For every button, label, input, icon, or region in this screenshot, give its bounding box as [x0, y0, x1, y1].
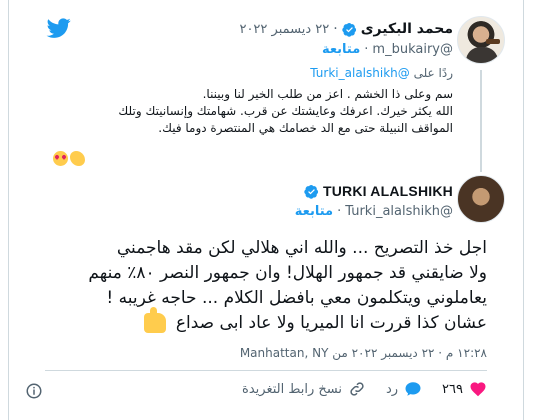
copy-link-button[interactable]: نسخ رابط التغريدة: [242, 380, 366, 398]
author-handle[interactable]: @Turki_alalshikh: [345, 204, 453, 219]
reply-handle-row: @m_bukairy · متابعة: [322, 42, 453, 57]
separator-dot: ·: [337, 204, 342, 219]
action-bar: ٢٦٩ رد نسخ رابط التغريدة: [242, 380, 487, 398]
avatar-shirt: [466, 47, 498, 63]
reply-tweet-text: سم وعلى ذا الخشم . اعز من طلب الخير لنا …: [43, 86, 453, 137]
main-text-line-last: عشان كذا قررت انا الميريا ولا عاد ابى صد…: [47, 307, 487, 336]
main-text-line: اجل خذ التصريح ... والله اني هلالي لكن م…: [116, 238, 487, 258]
reply-button[interactable]: رد: [386, 380, 422, 398]
follow-button[interactable]: متابعة: [322, 42, 360, 57]
heart-eyes-emoji-icon: [53, 151, 68, 166]
separator-dot: ·: [333, 21, 338, 37]
reply-label: رد: [385, 381, 399, 397]
reply-text-line: الله يكثر خيرك. اعرفك وعايشتك عن قرب. شه…: [118, 104, 453, 118]
replying-to-line: ردًا على @Turki_alalshikh: [310, 66, 453, 80]
main-handle-row: @Turki_alalshikh · متابعة: [295, 204, 453, 219]
thumbs-up-emoji-icon: [144, 307, 167, 333]
author-name[interactable]: محمد البكيرى: [361, 21, 453, 37]
replying-to-handle-link[interactable]: @Turki_alalshikh: [310, 66, 409, 80]
like-button[interactable]: ٢٦٩: [442, 380, 487, 398]
twitter-bird-icon[interactable]: [45, 16, 73, 40]
replying-to-label: ردًا على: [413, 66, 453, 80]
reply-date[interactable]: ٢٢ ديسمبر ٢٠٢٢: [239, 22, 329, 37]
reply-text-line: المواقف النبيلة حتى مع الد خصامك هي المن…: [158, 121, 453, 135]
verified-badge-icon: [342, 22, 356, 37]
avatar-turki-alalshikh[interactable]: [457, 175, 505, 223]
main-author-row: TURKI ALALSHIKH: [304, 183, 453, 199]
avatar-pipe: [486, 39, 500, 44]
author-handle[interactable]: @m_bukairy: [372, 42, 453, 57]
reply-emoji-row: [53, 151, 85, 166]
tweet-embed-card: محمد البكيرى · ٢٢ ديسمبر ٢٠٢٢ @m_bukairy…: [8, 0, 524, 420]
tweet-timestamp[interactable]: ١٢:٢٨ م · ٢٢ ديسمبر ٢٠٢٢ من Manhattan, N…: [240, 346, 487, 360]
main-text-line: ولا ضايقني قد جمهور الهلال! وان جمهور ال…: [88, 263, 487, 283]
follow-button[interactable]: متابعة: [295, 204, 333, 219]
reply-author-row: محمد البكيرى · ٢٢ ديسمبر ٢٠٢٢: [239, 21, 453, 37]
copy-link-label: نسخ رابط التغريدة: [242, 381, 342, 397]
author-name[interactable]: TURKI ALALSHIKH: [323, 183, 453, 199]
separator-dot: ·: [364, 42, 369, 57]
main-text-line: يعاملوني ويتكلمون معي بافضل الكلام ... ح…: [106, 288, 487, 308]
heart-icon: [470, 382, 486, 397]
speech-bubble-icon: [405, 382, 421, 396]
thread-connector-line: [480, 70, 482, 172]
info-icon[interactable]: [25, 382, 43, 400]
verified-badge-icon: [304, 184, 319, 199]
like-count: ٢٦٩: [442, 381, 463, 397]
handshake-emoji-icon: [70, 151, 85, 166]
divider: [45, 370, 487, 371]
main-tweet-text: اجل خذ التصريح ... والله اني هلالي لكن م…: [47, 236, 487, 336]
main-text-line: عشان كذا قررت انا الميريا ولا عاد ابى صد…: [175, 313, 487, 333]
avatar-m-bukairy[interactable]: [457, 16, 505, 64]
link-icon: [350, 382, 364, 396]
reply-text-line: سم وعلى ذا الخشم . اعز من طلب الخير لنا …: [202, 87, 453, 101]
